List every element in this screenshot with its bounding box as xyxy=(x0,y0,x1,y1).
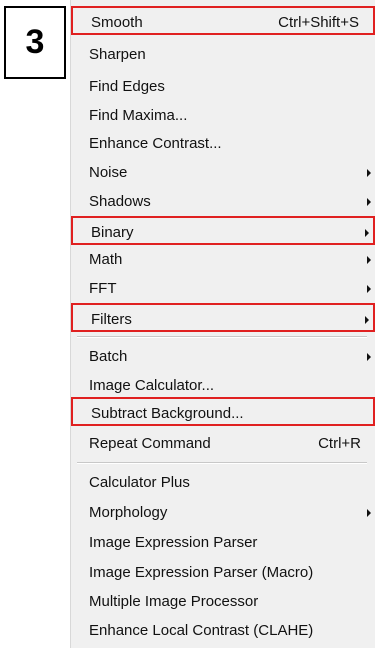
menu-item-noise[interactable]: Noise xyxy=(71,158,375,187)
menu-item-label: Binary xyxy=(91,224,134,241)
menu-item-label: Morphology xyxy=(89,504,168,521)
menu-separator xyxy=(77,336,367,338)
menu-item-image-expression-parser[interactable]: Image Expression Parser xyxy=(71,528,375,557)
menu-separator xyxy=(77,462,367,464)
menu-item-shortcut: Ctrl+R xyxy=(318,435,361,452)
menu-item-label: Batch xyxy=(89,348,128,365)
menu-item-math[interactable]: Math xyxy=(71,245,375,274)
menu-item-label: Filters xyxy=(91,311,132,328)
menu-item-filters[interactable]: Filters xyxy=(71,303,375,332)
menu-item-label: FFT xyxy=(89,280,117,297)
menu-item-label: Noise xyxy=(89,164,128,181)
menu-item-binary[interactable]: Binary xyxy=(71,216,375,245)
menu-item-shortcut: Ctrl+Shift+S xyxy=(278,14,359,31)
menu-item-label: Multiple Image Processor xyxy=(89,593,259,610)
menu-item-label: Enhance Contrast... xyxy=(89,135,222,152)
submenu-arrow-icon xyxy=(367,169,371,177)
submenu-arrow-icon xyxy=(367,256,371,264)
menu-item-label: Find Maxima... xyxy=(89,107,188,124)
submenu-arrow-icon xyxy=(365,229,369,237)
menu-item-find-edges[interactable]: Find Edges xyxy=(71,72,375,101)
submenu-arrow-icon xyxy=(367,198,371,206)
menu-item-image-calculator[interactable]: Image Calculator... xyxy=(71,371,375,400)
menu-item-label: Repeat Command xyxy=(89,435,211,452)
menu-item-shadows[interactable]: Shadows xyxy=(71,187,375,216)
menu-item-label: Find Edges xyxy=(89,78,165,95)
menu-item-label: Shadows xyxy=(89,193,151,210)
menu-item-label: Subtract Background... xyxy=(91,405,244,422)
screenshot-stage: 3 Smooth Ctrl+Shift+S Sharpen Find Edges… xyxy=(0,0,377,655)
menu-item-batch[interactable]: Batch xyxy=(71,342,375,371)
menu-item-sharpen[interactable]: Sharpen xyxy=(71,40,375,69)
menu-item-repeat-command[interactable]: Repeat Command Ctrl+R xyxy=(71,429,375,458)
submenu-arrow-icon xyxy=(367,285,371,293)
menu-item-label: Calculator Plus xyxy=(89,474,190,491)
menu-item-smooth[interactable]: Smooth Ctrl+Shift+S xyxy=(71,6,375,35)
menu-item-enhance-local-contrast[interactable]: Enhance Local Contrast (CLAHE) xyxy=(71,616,375,645)
menu-item-label: Image Expression Parser xyxy=(89,534,258,551)
menu-item-morphology[interactable]: Morphology xyxy=(71,498,375,527)
menu-item-fft[interactable]: FFT xyxy=(71,274,375,303)
menu-item-label: Image Calculator... xyxy=(89,377,215,394)
menu-item-multiple-image-processor[interactable]: Multiple Image Processor xyxy=(71,587,375,616)
menu-item-label: Math xyxy=(89,251,123,268)
submenu-arrow-icon xyxy=(365,316,369,324)
menu-item-subtract-background[interactable]: Subtract Background... xyxy=(71,397,375,426)
submenu-arrow-icon xyxy=(367,353,371,361)
menu-item-enhance-contrast[interactable]: Enhance Contrast... xyxy=(71,129,375,158)
menu-item-calculator-plus[interactable]: Calculator Plus xyxy=(71,468,375,497)
process-menu: Smooth Ctrl+Shift+S Sharpen Find Edges F… xyxy=(70,0,375,648)
menu-item-label: Smooth xyxy=(91,14,143,31)
step-number-badge: 3 xyxy=(4,6,66,79)
menu-item-label: Sharpen xyxy=(89,46,146,63)
menu-item-label: Image Expression Parser (Macro) xyxy=(89,564,314,581)
menu-item-image-expression-parser-macro[interactable]: Image Expression Parser (Macro) xyxy=(71,558,375,587)
submenu-arrow-icon xyxy=(367,509,371,517)
menu-item-find-maxima[interactable]: Find Maxima... xyxy=(71,101,375,130)
menu-item-label: Enhance Local Contrast (CLAHE) xyxy=(89,622,314,639)
